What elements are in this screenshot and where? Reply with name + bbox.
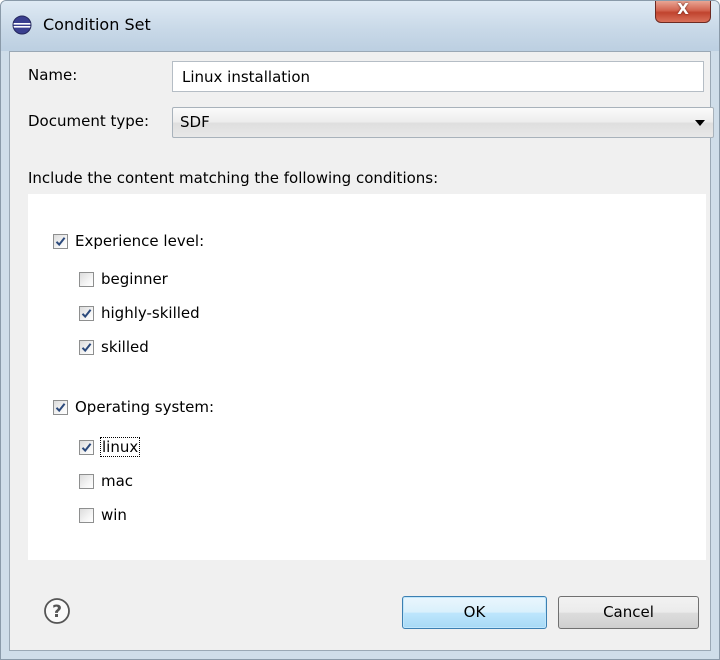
- help-icon[interactable]: ?: [43, 597, 71, 625]
- name-label: Name:: [28, 66, 78, 84]
- checkbox[interactable]: [79, 340, 94, 355]
- checkbox[interactable]: [79, 508, 94, 523]
- condition-set-dialog: Condition Set X Name: Document type: SDF…: [0, 0, 720, 660]
- checkmark-icon: [81, 309, 92, 319]
- conditions-intro-text: Include the content matching the followi…: [28, 169, 439, 187]
- checkbox[interactable]: [79, 272, 94, 287]
- checkbox-label: beginner: [101, 270, 168, 288]
- svg-text:?: ?: [52, 602, 62, 622]
- checkbox[interactable]: [53, 234, 68, 249]
- eclipse-icon: [12, 15, 32, 35]
- document-type-value: SDF: [180, 113, 210, 131]
- close-button[interactable]: X: [655, 1, 711, 23]
- conditions-tree: Experience level: beginner highly-skille…: [28, 194, 706, 560]
- checkbox-label: linux: [99, 437, 141, 457]
- checkmark-icon: [55, 237, 66, 247]
- window-title: Condition Set: [43, 15, 151, 34]
- checkbox-label: highly-skilled: [101, 304, 200, 322]
- name-field[interactable]: [172, 61, 704, 92]
- checkmark-icon: [81, 443, 92, 453]
- checkbox[interactable]: [79, 306, 94, 321]
- checkbox[interactable]: [53, 400, 68, 415]
- checkbox-label: Operating system:: [75, 398, 215, 416]
- document-type-label: Document type:: [28, 112, 150, 130]
- ok-button[interactable]: OK: [402, 596, 547, 629]
- checkbox-label: win: [101, 506, 127, 524]
- checkmark-icon: [81, 343, 92, 353]
- checkmark-icon: [55, 403, 66, 413]
- checkbox-label: skilled: [101, 338, 149, 356]
- title-bar[interactable]: Condition Set X: [1, 1, 719, 51]
- checkbox-label: Experience level:: [75, 232, 205, 250]
- checkbox-label: mac: [101, 472, 134, 490]
- checkbox[interactable]: [79, 440, 94, 455]
- cancel-button[interactable]: Cancel: [558, 596, 699, 629]
- dialog-body: Name: Document type: SDF Include the con…: [9, 51, 714, 651]
- checkbox[interactable]: [79, 474, 94, 489]
- close-icon: X: [677, 0, 689, 18]
- chevron-down-icon: [695, 120, 705, 126]
- document-type-select[interactable]: SDF: [172, 107, 714, 138]
